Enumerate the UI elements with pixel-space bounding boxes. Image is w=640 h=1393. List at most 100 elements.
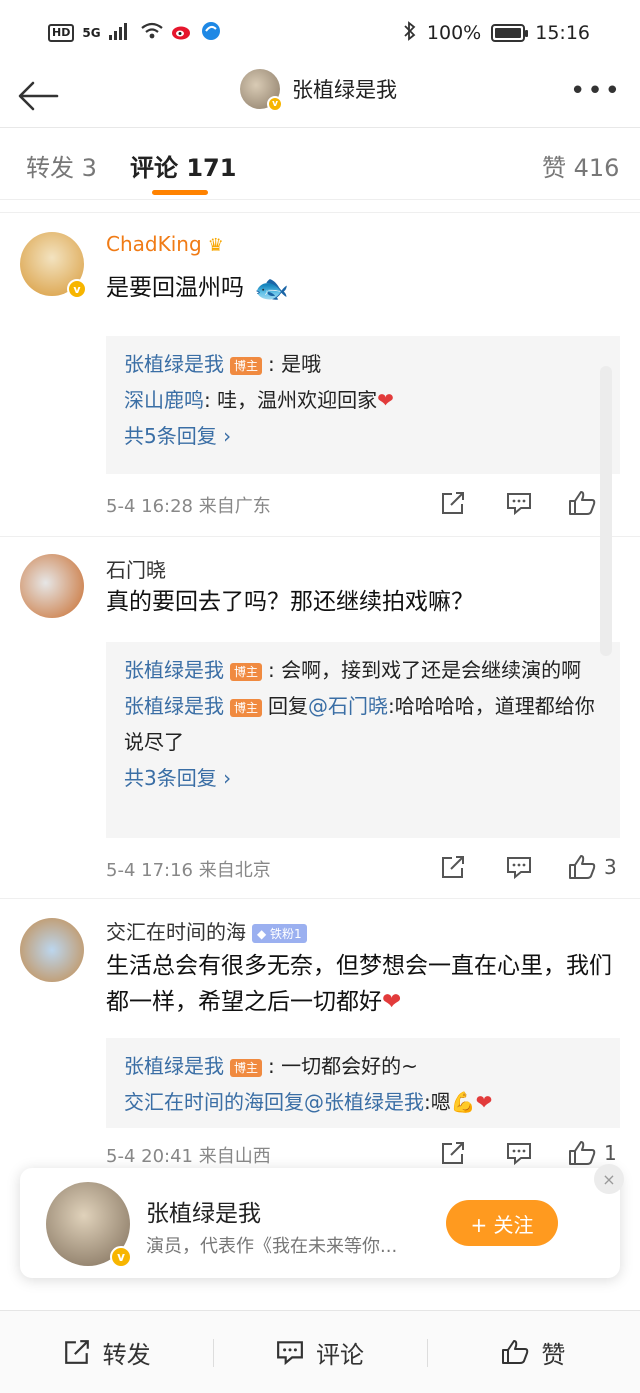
like-count: 1 <box>604 1141 617 1165</box>
comment-time: 5-4 17:16 来自北京 <box>106 860 271 881</box>
comment-time: 5-4 16:28 来自广东 <box>106 496 271 517</box>
reply-text: :嗯💪 <box>424 1090 476 1114</box>
reply-text: : 哇，温州欢迎回家 <box>204 388 378 412</box>
reply-text: : 是哦 <box>268 352 322 376</box>
author-name[interactable]: 交汇在时间的海 <box>106 920 246 944</box>
comment-button[interactable]: 评论 <box>213 1311 426 1393</box>
repost-label: 转发 <box>102 1340 151 1369</box>
divider <box>0 536 640 537</box>
back-button[interactable] <box>14 72 62 120</box>
avatar[interactable]: v <box>46 1182 132 1268</box>
reply-text: 回复 <box>264 1090 304 1114</box>
reply-line: 张植绿是我 博主 : 一切都会好的~ <box>124 1048 602 1084</box>
verified-icon: v <box>67 279 87 299</box>
comment-item: 石门晓 真的要回去了吗？那还继续拍戏嘛？ 张植绿是我 博主: 会啊，接到戏了还是会… <box>0 552 640 892</box>
active-tab-indicator <box>152 190 208 195</box>
share-button[interactable] <box>440 854 466 880</box>
like-button[interactable] <box>568 490 604 516</box>
reply-box[interactable]: 张植绿是我 博主 : 是哦 深山鹿鸣: 哇，温州欢迎回家❤ 共5条回复 › <box>106 336 620 474</box>
status-left: HD 5G <box>48 21 221 46</box>
reply-author[interactable]: 交汇在时间的海 <box>124 1090 264 1114</box>
heart-icon: ❤ <box>377 388 394 412</box>
hd-indicator: HD <box>48 24 75 42</box>
status-right: 100% 15:16 <box>403 20 590 46</box>
avatar[interactable]: v <box>240 69 283 112</box>
comment-body: 真的要回去了吗？那还继续拍戏嘛？ <box>106 589 474 615</box>
author-name[interactable]: 石门晓 <box>106 554 166 583</box>
author-name[interactable]: ChadKing <box>106 232 202 256</box>
more-replies-link[interactable]: 共3条回复 › <box>124 760 602 796</box>
follow-button[interactable]: + 关注 <box>446 1200 558 1246</box>
reply-button[interactable] <box>506 854 532 880</box>
blogger-badge: 博主 <box>230 698 263 717</box>
reply-button[interactable] <box>506 1140 532 1166</box>
reply-box[interactable]: 张植绿是我 博主: 会啊，接到戏了还是会继续演的啊 张植绿是我 博主 回复@石门晓:哈… <box>106 642 620 838</box>
comment-item: 交汇在时间的海 ◆ 铁粉1 生活总会有很多无奈，但梦想会一直在心里，我们都一样，希… <box>0 914 640 1174</box>
verified-icon: v <box>110 1246 132 1268</box>
comment-meta: 5-4 17:16 来自北京 3 <box>106 854 620 886</box>
reply-author[interactable]: 深山鹿鸣 <box>124 388 204 412</box>
comment-icon <box>507 493 531 516</box>
share-icon <box>64 1340 89 1364</box>
like-label: 赞 <box>541 1340 566 1369</box>
reply-line: 张植绿是我 博主: 会啊，接到戏了还是会继续演的啊 <box>124 652 602 688</box>
heart-icon: ❤ <box>382 989 402 1015</box>
comment-icon <box>507 1143 531 1166</box>
comment-label: 评论 <box>315 1340 364 1369</box>
repost-button[interactable]: 转发 <box>0 1311 213 1393</box>
follow-user-desc: 演员，代表作《我在未来等你... <box>146 1236 398 1257</box>
comment-icon <box>277 1341 303 1366</box>
heart-icon: ❤ <box>475 1090 493 1114</box>
thumbs-up-icon <box>502 1340 529 1364</box>
comment-meta: 5-4 16:28 来自广东 <box>106 490 620 522</box>
bottom-action-bar: 转发 评论 赞 <box>0 1310 640 1393</box>
close-card-button[interactable]: × <box>594 1164 624 1194</box>
comment-author[interactable]: 交汇在时间的海 ◆ 铁粉1 <box>106 916 307 945</box>
blogger-badge: 博主 <box>230 662 263 681</box>
wifi-icon <box>140 21 163 45</box>
tab-comments[interactable]: 评论 171 <box>130 148 236 183</box>
verified-icon: v <box>267 96 283 112</box>
avatar[interactable] <box>20 918 84 982</box>
tab-likes[interactable]: 赞 416 <box>542 148 619 183</box>
blogger-badge: 博主 <box>230 356 263 375</box>
comment-item: v ChadKing ♛ 是要回温州吗 🐟 张植绿是我 博主: 是哦 深山鹿鸣: 哇，… <box>0 228 640 538</box>
fan-level-badge: ◆ 铁粉1 <box>252 924 307 943</box>
scrollbar[interactable] <box>600 366 612 656</box>
signal-icon <box>108 21 133 45</box>
mention-link[interactable]: @石门晓 <box>308 694 388 718</box>
follow-user-name[interactable]: 张植绿是我 <box>146 1194 261 1228</box>
header-user[interactable]: v 张植绿是我 <box>240 69 397 112</box>
comment-body: 是要回温州吗 <box>106 275 244 301</box>
like-button[interactable]: 赞 <box>426 1311 640 1393</box>
reply-author[interactable]: 张植绿是我 <box>124 352 224 376</box>
network-indicator: 5G <box>82 26 101 40</box>
comment-text: 生活总会有很多无奈，但梦想会一直在心里，我们都一样，希望之后一切都好❤ <box>106 948 626 1020</box>
reply-button[interactable] <box>506 490 532 516</box>
tab-repost[interactable]: 转发 3 <box>26 148 97 183</box>
avatar[interactable]: v <box>20 232 87 299</box>
tab-bar: 转发 3 评论 171 赞 416 <box>0 128 640 200</box>
mention-link[interactable]: @张植绿是我 <box>304 1090 424 1114</box>
blogger-badge: 博主 <box>230 1058 263 1077</box>
more-replies-link[interactable]: 共5条回复 › <box>124 418 602 454</box>
share-button[interactable] <box>440 490 466 516</box>
like-button[interactable]: 3 <box>568 854 617 880</box>
status-bar: HD 5G 100% 15:16 <box>0 0 640 66</box>
battery-icon <box>491 24 529 42</box>
reply-line: 张植绿是我 博主 回复@石门晓:哈哈哈哈，道理都给你说尽了 <box>124 688 602 760</box>
avatar[interactable] <box>20 554 84 618</box>
top-nav-bar: v 张植绿是我 ••• <box>0 66 640 128</box>
thumbs-up-icon <box>569 491 596 515</box>
reply-author[interactable]: 张植绿是我 <box>124 1054 224 1078</box>
share-button[interactable] <box>440 1140 466 1166</box>
like-button[interactable]: 1 <box>568 1140 617 1166</box>
reply-box[interactable]: 张植绿是我 博主 : 一切都会好的~ 交汇在时间的海回复@张植绿是我:嗯💪❤ <box>106 1038 620 1128</box>
more-options-button[interactable]: ••• <box>570 78 622 104</box>
comment-author[interactable]: ChadKing ♛ <box>106 232 224 256</box>
reply-author[interactable]: 张植绿是我 <box>124 694 224 718</box>
fan-badge-text: 铁粉1 <box>270 927 302 941</box>
reply-author[interactable]: 张植绿是我 <box>124 658 224 682</box>
reply-line: 张植绿是我 博主 : 是哦 <box>124 346 602 382</box>
reply-text: : 一切都会好的~ <box>268 1054 418 1078</box>
